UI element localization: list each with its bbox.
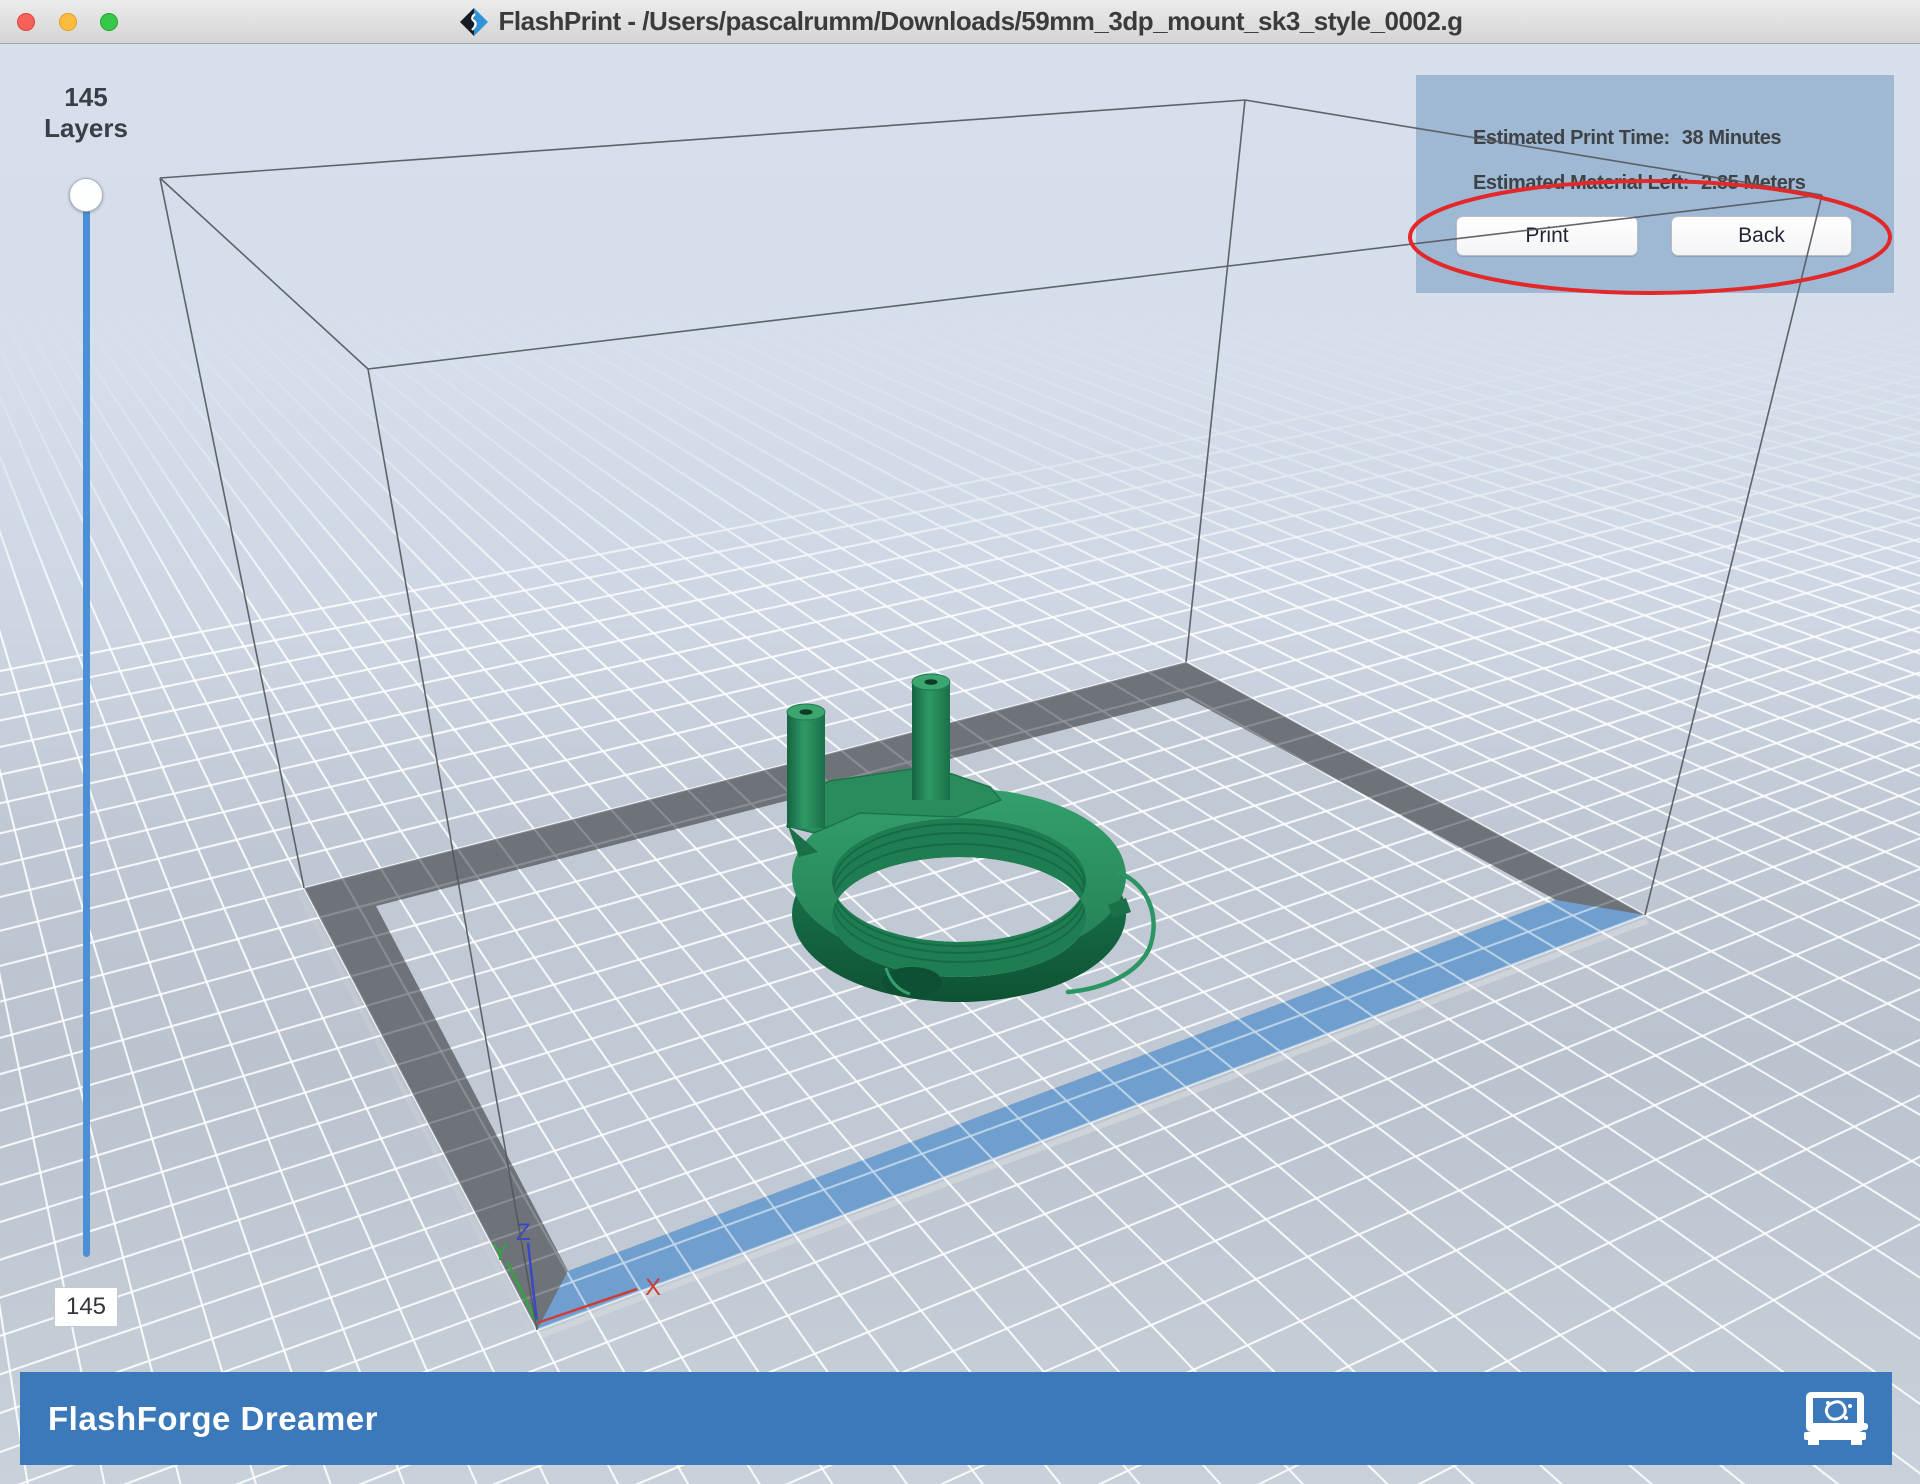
axis-x-label: X [645, 1274, 661, 1301]
printer-name: FlashForge Dreamer [48, 1372, 378, 1465]
estimated-material-left: Estimated Material Left: 2.85 Meters [1442, 149, 1806, 218]
printer-status-bar: FlashForge Dreamer [20, 1372, 1892, 1465]
close-button[interactable] [17, 13, 35, 31]
minimize-button[interactable] [59, 13, 77, 31]
layers-count-label: 145 Layers [40, 82, 132, 144]
print-time-label: Estimated Print Time: [1473, 127, 1670, 149]
print-time-value: 38 Minutes [1682, 127, 1781, 149]
print-button[interactable]: Print [1456, 216, 1638, 256]
print-info-panel: Estimated Print Time: 38 Minutes Estimate… [1416, 75, 1894, 293]
layer-slider-track[interactable] [83, 195, 90, 1257]
material-left-value: 2.85 Meters [1701, 172, 1806, 194]
layer-value-box: 145 [54, 1287, 118, 1327]
material-left-label: Estimated Material Left: [1473, 172, 1689, 194]
layer-slider-knob[interactable] [69, 178, 103, 212]
layers-count: 145 [40, 82, 132, 113]
zoom-button[interactable] [100, 13, 118, 31]
flashprint-window: X Z Y FlashPrint - /Users/pascalrumm/Dow… [0, 0, 1920, 1484]
layers-unit: Layers [40, 113, 132, 144]
window-title: FlashPrint - /Users/pascalrumm/Downloads… [499, 6, 1463, 37]
printer-icon [1804, 1392, 1868, 1446]
back-button[interactable]: Back [1671, 216, 1852, 256]
axis-z-label: Z [516, 1219, 531, 1246]
flashprint-logo-icon [458, 7, 490, 37]
window-titlebar: FlashPrint - /Users/pascalrumm/Downloads… [0, 0, 1920, 44]
axis-y-label: Y [492, 1239, 508, 1266]
